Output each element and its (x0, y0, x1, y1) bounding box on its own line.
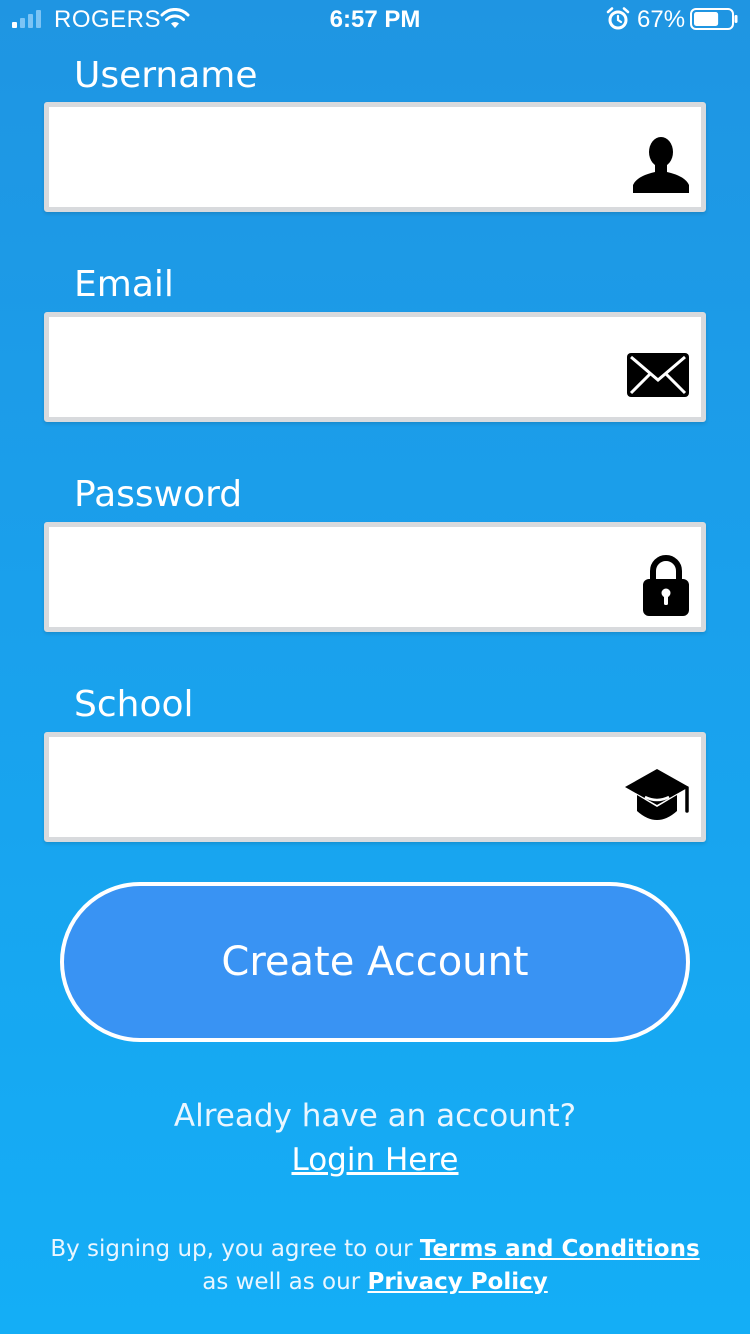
password-input[interactable] (63, 527, 627, 629)
password-field[interactable] (44, 522, 706, 632)
terms-and-conditions-link[interactable]: Terms and Conditions (420, 1236, 700, 1262)
login-link-row: Login Here (0, 1142, 750, 1178)
email-label: Email (74, 264, 174, 305)
legal-terms-prefix: By signing up, you agree to our (50, 1236, 420, 1262)
legal-privacy-prefix: as well as our (202, 1269, 368, 1295)
create-account-button[interactable]: Create Account (60, 882, 690, 1042)
username-label: Username (74, 55, 258, 96)
lock-icon (643, 555, 689, 616)
login-here-link[interactable]: Login Here (291, 1142, 458, 1178)
graduation-cap-icon (625, 769, 689, 820)
password-label: Password (74, 474, 243, 515)
school-field[interactable] (44, 732, 706, 842)
username-input[interactable] (63, 107, 627, 209)
school-input[interactable] (63, 737, 627, 839)
email-field[interactable] (44, 312, 706, 422)
login-prompt-text: Already have an account? (173, 1098, 577, 1134)
status-bar: ROGERS 6:57 PM 67% (0, 0, 750, 40)
email-input[interactable] (63, 317, 627, 419)
privacy-policy-link[interactable]: Privacy Policy (367, 1269, 547, 1295)
envelope-icon (627, 353, 689, 397)
legal-line-privacy: as well as our Privacy Policy (0, 1269, 750, 1295)
school-label: School (74, 684, 194, 725)
battery-percentage: 67% (637, 6, 686, 33)
legal-line-terms: By signing up, you agree to our Terms an… (0, 1236, 750, 1262)
battery-icon (690, 8, 738, 30)
username-field[interactable] (44, 102, 706, 212)
user-icon (633, 137, 689, 193)
alarm-clock-icon (606, 7, 630, 30)
